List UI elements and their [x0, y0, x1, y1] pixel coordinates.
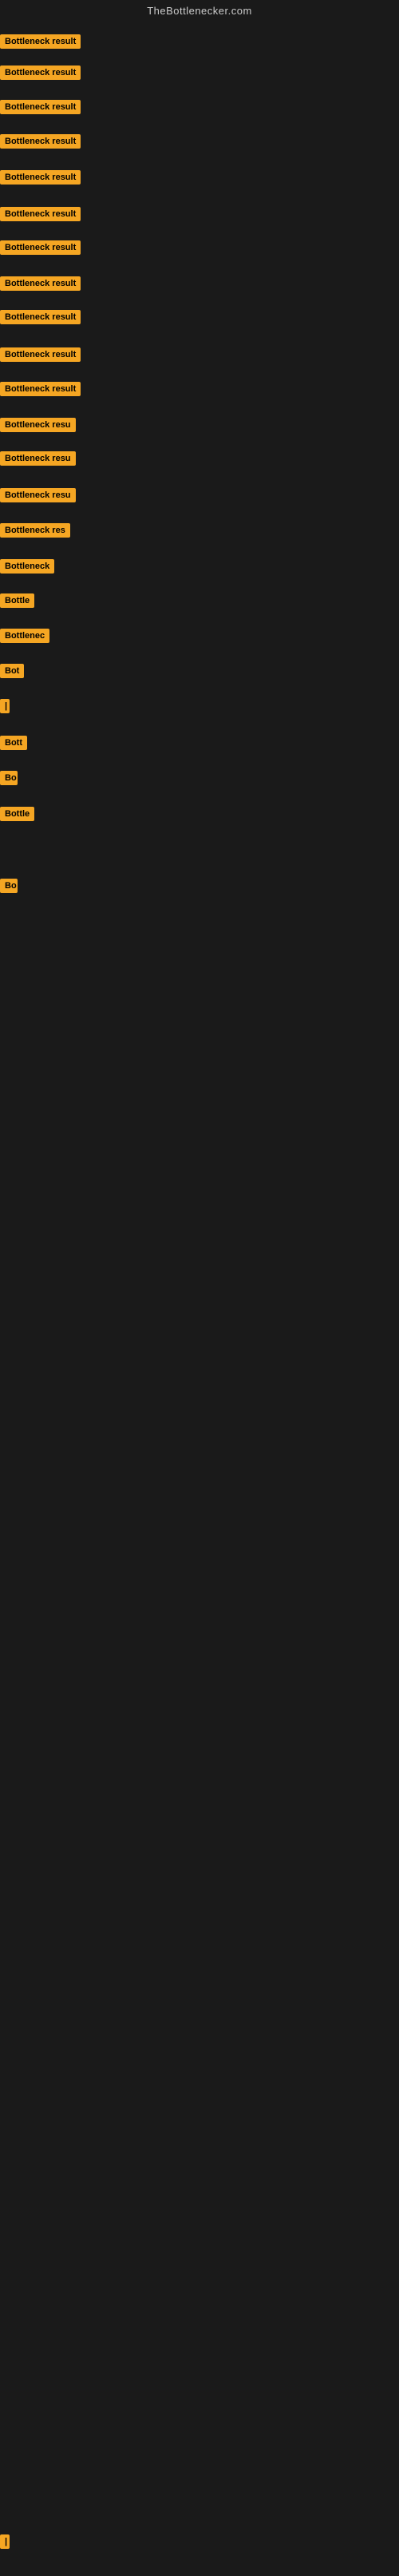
bottleneck-badge-12[interactable]: Bottleneck resu: [0, 418, 76, 432]
bottleneck-badge-11[interactable]: Bottleneck result: [0, 382, 81, 396]
bottleneck-badge-row-14: Bottleneck resu: [0, 488, 76, 506]
bottleneck-badge-row-15: Bottleneck res: [0, 523, 70, 542]
bottleneck-badge-row-4: Bottleneck result: [0, 134, 81, 153]
bottleneck-badge-row-23: Bottle: [0, 807, 34, 825]
bottleneck-badge-1[interactable]: Bottleneck result: [0, 34, 81, 49]
bottleneck-badge-row-25: Bo: [0, 879, 18, 897]
bottleneck-badge-row-19: Bot: [0, 664, 24, 682]
bottleneck-badge-row-26: |: [0, 2534, 10, 2553]
bottleneck-badge-6[interactable]: Bottleneck result: [0, 207, 81, 221]
bottleneck-badge-21[interactable]: Bott: [0, 736, 27, 750]
bottleneck-badge-8[interactable]: Bottleneck result: [0, 276, 81, 291]
bottleneck-badge-22[interactable]: Bo: [0, 771, 18, 785]
bottleneck-badge-23[interactable]: Bottle: [0, 807, 34, 821]
bottleneck-badge-row-18: Bottlenec: [0, 629, 49, 647]
bottleneck-badge-19[interactable]: Bot: [0, 664, 24, 678]
bottleneck-badge-row-21: Bott: [0, 736, 27, 754]
bottleneck-badge-9[interactable]: Bottleneck result: [0, 310, 81, 324]
bottleneck-badge-row-8: Bottleneck result: [0, 276, 81, 295]
bottleneck-badge-row-6: Bottleneck result: [0, 207, 81, 225]
bottleneck-badge-row-7: Bottleneck result: [0, 240, 81, 259]
bottleneck-badge-row-1: Bottleneck result: [0, 34, 81, 53]
bottleneck-badge-row-2: Bottleneck result: [0, 65, 81, 84]
bottleneck-badge-row-11: Bottleneck result: [0, 382, 81, 400]
bottleneck-badge-10[interactable]: Bottleneck result: [0, 347, 81, 362]
bottleneck-badge-14[interactable]: Bottleneck resu: [0, 488, 76, 502]
bottleneck-badge-row-10: Bottleneck result: [0, 347, 81, 366]
bottleneck-badge-4[interactable]: Bottleneck result: [0, 134, 81, 149]
bottleneck-badge-row-16: Bottleneck: [0, 559, 54, 578]
bottleneck-badge-row-9: Bottleneck result: [0, 310, 81, 328]
bottleneck-badge-18[interactable]: Bottlenec: [0, 629, 49, 643]
bottleneck-badge-7[interactable]: Bottleneck result: [0, 240, 81, 255]
bottleneck-badge-25[interactable]: Bo: [0, 879, 18, 893]
bottleneck-badge-row-20: |: [0, 699, 10, 717]
bottleneck-badge-2[interactable]: Bottleneck result: [0, 65, 81, 80]
bottleneck-badge-26[interactable]: |: [0, 2534, 10, 2549]
bottleneck-badge-15[interactable]: Bottleneck res: [0, 523, 70, 538]
bottleneck-badge-row-12: Bottleneck resu: [0, 418, 76, 436]
bottleneck-badge-3[interactable]: Bottleneck result: [0, 100, 81, 114]
site-title: TheBottlenecker.com: [0, 0, 399, 20]
bottleneck-badge-row-17: Bottle: [0, 593, 34, 612]
bottleneck-badge-row-3: Bottleneck result: [0, 100, 81, 118]
bottleneck-badge-5[interactable]: Bottleneck result: [0, 170, 81, 185]
bottleneck-badge-row-13: Bottleneck resu: [0, 451, 76, 470]
bottleneck-badge-row-22: Bo: [0, 771, 18, 789]
bottleneck-badge-20[interactable]: |: [0, 699, 10, 713]
bottleneck-badge-17[interactable]: Bottle: [0, 593, 34, 608]
bottleneck-badge-row-5: Bottleneck result: [0, 170, 81, 189]
bottleneck-badge-16[interactable]: Bottleneck: [0, 559, 54, 574]
bottleneck-badge-13[interactable]: Bottleneck resu: [0, 451, 76, 466]
